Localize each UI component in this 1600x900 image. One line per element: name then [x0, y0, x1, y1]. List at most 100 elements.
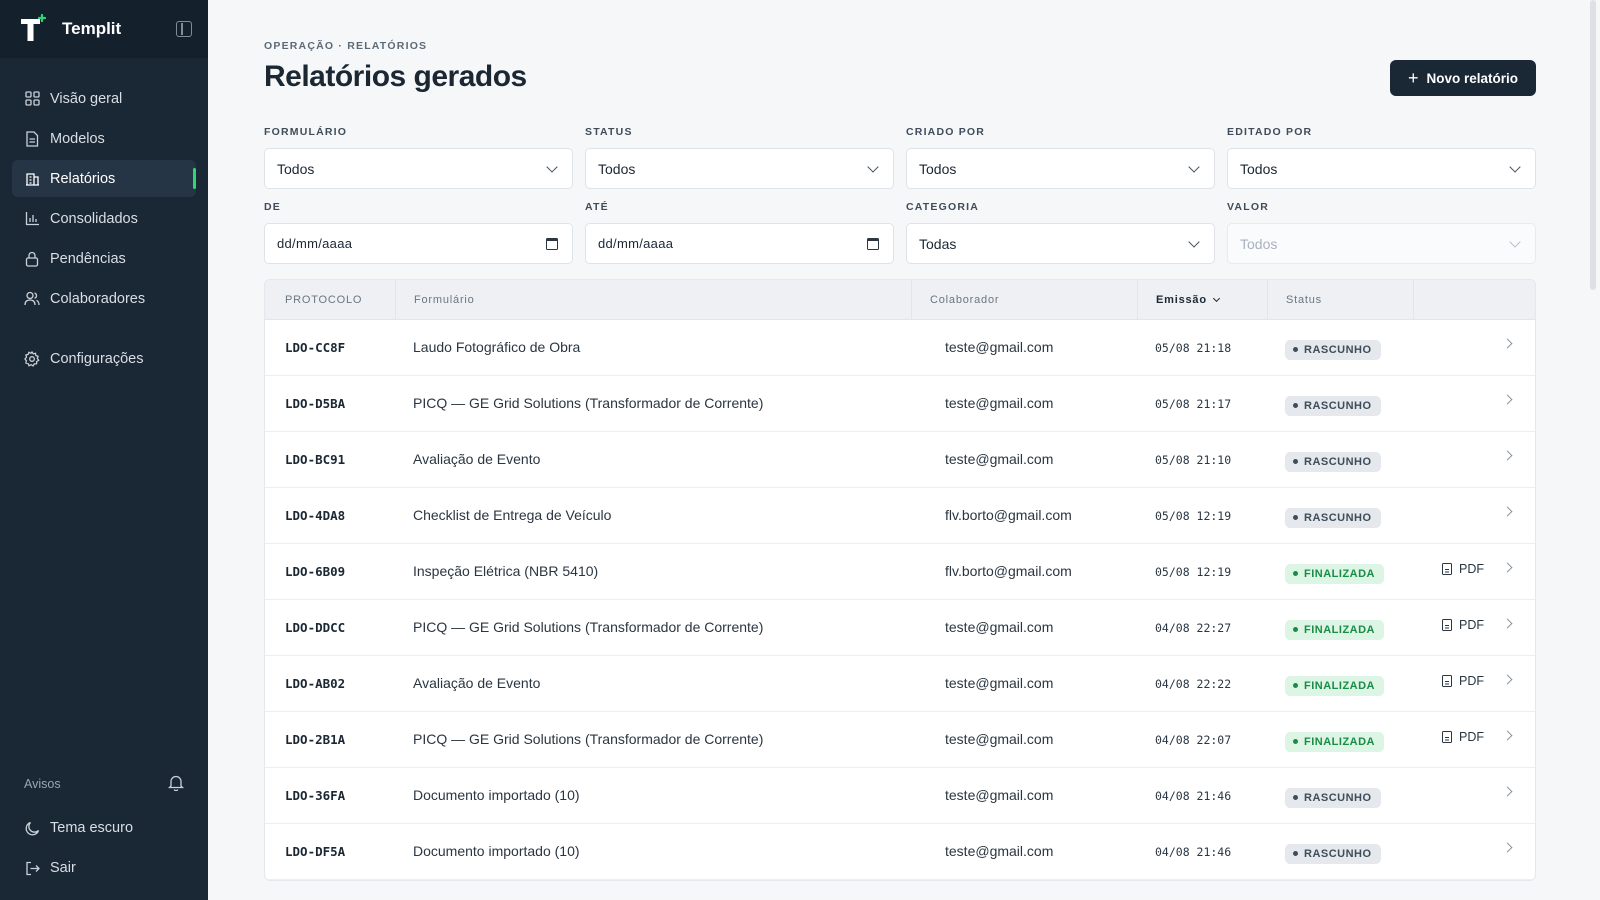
- chevron-right-icon[interactable]: [1502, 618, 1513, 629]
- pdf-download-link[interactable]: PDF: [1442, 674, 1484, 688]
- pdf-label: PDF: [1459, 617, 1484, 632]
- select-value: Todos: [1240, 235, 1278, 252]
- sidebar-item-pendencias[interactable]: Pendências: [12, 240, 196, 277]
- filter-categoria: CATEGORIA Todas: [906, 201, 1215, 264]
- column-header-actions: [1413, 280, 1535, 320]
- issued-cell: 05/08 12:19: [1155, 508, 1232, 523]
- sidebar-item-visao-geral[interactable]: Visão geral: [12, 80, 196, 117]
- date-to-input[interactable]: dd/mm/aaaa: [585, 223, 894, 264]
- sidebar-item-colaboradores[interactable]: Colaboradores: [12, 280, 196, 317]
- form-cell: PICQ — GE Grid Solutions (Transformador …: [413, 730, 764, 747]
- sidebar-item-label: Consolidados: [50, 210, 138, 227]
- table-row[interactable]: LDO-DDCC PICQ — GE Grid Solutions (Transf…: [265, 600, 1535, 656]
- filter-label: FORMULÁRIO: [264, 126, 348, 138]
- date-from-input[interactable]: dd/mm/aaaa: [264, 223, 573, 264]
- calendar-icon[interactable]: [867, 237, 879, 250]
- sidebar-item-relatorios[interactable]: Relatórios: [12, 160, 196, 197]
- table-row[interactable]: LDO-CC8F Laudo Fotográfico de Obra teste@g…: [265, 320, 1535, 376]
- sidebar-item-label: Pendências: [50, 250, 126, 267]
- table-row[interactable]: LDO-BC91 Avaliação de Evento teste@gmail.c…: [265, 432, 1535, 488]
- chevron-right-icon[interactable]: [1502, 506, 1513, 517]
- pdf-download-link[interactable]: PDF: [1442, 562, 1484, 576]
- status-badge: FINALIZADA: [1285, 675, 1384, 696]
- select-value: Todos: [598, 160, 636, 177]
- protocol-cell: LDO-4DA8: [285, 507, 346, 523]
- filter-de: DE dd/mm/aaaa: [264, 201, 573, 264]
- chevron-down-icon: [867, 160, 879, 173]
- file-icon: [1442, 618, 1452, 631]
- criado-por-select[interactable]: Todos: [906, 148, 1215, 189]
- pdf-download-link[interactable]: PDF: [1442, 730, 1484, 744]
- sidebar-item-label: Configurações: [50, 350, 144, 367]
- table-row[interactable]: LDO-6B09 Inspeção Elétrica (NBR 5410) flv.…: [265, 544, 1535, 600]
- issued-cell: 04/08 22:07: [1155, 732, 1232, 747]
- table-row[interactable]: LDO-4DA8 Checklist de Entrega de Veículo f…: [265, 488, 1535, 544]
- filter-status: STATUS Todos: [585, 126, 894, 189]
- avisos-label: Avisos: [24, 777, 61, 791]
- status-badge: RASCUNHO: [1285, 507, 1381, 528]
- protocol-cell: LDO-D5BA: [285, 395, 346, 411]
- form-cell: Inspeção Elétrica (NBR 5410): [413, 562, 599, 579]
- page-title: Relatórios gerados: [264, 60, 527, 93]
- editado-por-select[interactable]: Todos: [1227, 148, 1536, 189]
- logout-button[interactable]: Sair: [0, 848, 208, 888]
- table-row[interactable]: LDO-36FA Documento importado (10) teste@gm…: [265, 768, 1535, 824]
- building-icon: [24, 171, 40, 187]
- protocol-cell: LDO-2B1A: [285, 731, 346, 747]
- column-header-label: Emissão: [1156, 293, 1207, 306]
- select-value: Todos: [1240, 160, 1278, 177]
- date-from-value: dd/mm/aaaa: [277, 236, 353, 251]
- status-badge: RASCUNHO: [1285, 787, 1381, 808]
- issued-cell: 05/08 12:19: [1155, 564, 1232, 579]
- filter-formulario: FORMULÁRIO Todos: [264, 126, 573, 189]
- table-row[interactable]: LDO-2B1A PICQ — GE Grid Solutions (Transf…: [265, 712, 1535, 768]
- issued-cell: 05/08 21:18: [1155, 340, 1232, 355]
- sidebar-item-modelos[interactable]: Modelos: [12, 120, 196, 157]
- pdf-download-link[interactable]: PDF: [1442, 618, 1484, 632]
- collapse-sidebar-icon[interactable]: [176, 21, 192, 37]
- chevron-right-icon[interactable]: [1502, 842, 1513, 853]
- filter-label: VALOR: [1227, 201, 1269, 213]
- form-cell: PICQ — GE Grid Solutions (Transformador …: [413, 618, 764, 635]
- table-row[interactable]: LDO-D5BA PICQ — GE Grid Solutions (Transf…: [265, 376, 1535, 432]
- filter-label: EDITADO POR: [1227, 126, 1313, 138]
- sidebar-nav: Visão geral Modelos Relatórios Consolida…: [0, 58, 208, 377]
- document-icon: [24, 130, 40, 147]
- chevron-right-icon[interactable]: [1502, 786, 1513, 797]
- brand-header: Templit: [0, 0, 208, 58]
- table-row[interactable]: LDO-DF5A Documento importado (10) teste@gm…: [265, 824, 1535, 880]
- chevron-right-icon[interactable]: [1502, 450, 1513, 461]
- bell-icon[interactable]: [167, 774, 185, 794]
- chevron-right-icon[interactable]: [1502, 394, 1513, 405]
- chevron-down-icon: [1188, 160, 1200, 173]
- sidebar: Templit Visão geral Modelos Relatórios C…: [0, 0, 208, 900]
- filter-editado-por: EDITADO POR Todos: [1227, 126, 1536, 189]
- chevron-right-icon[interactable]: [1502, 338, 1513, 349]
- avisos-section[interactable]: Avisos: [0, 766, 208, 802]
- column-header-emissao[interactable]: Emissão: [1137, 280, 1267, 320]
- column-header-colaborador[interactable]: Colaborador: [911, 280, 1137, 320]
- protocol-cell: LDO-6B09: [285, 563, 346, 579]
- chevron-right-icon[interactable]: [1502, 730, 1513, 741]
- issued-cell: 05/08 21:10: [1155, 452, 1232, 467]
- sidebar-item-configuracoes[interactable]: Configurações: [12, 340, 196, 377]
- filter-label: DE: [264, 201, 281, 213]
- page-scrollbar[interactable]: [1590, 0, 1596, 290]
- column-header-status[interactable]: Status: [1267, 280, 1413, 320]
- logout-label: Sair: [50, 860, 76, 876]
- dark-theme-toggle[interactable]: Tema escuro: [0, 808, 208, 848]
- chevron-right-icon[interactable]: [1502, 562, 1513, 573]
- new-report-button[interactable]: + Novo relatório: [1390, 60, 1536, 96]
- column-header-formulario[interactable]: Formulário: [395, 280, 911, 320]
- calendar-icon[interactable]: [546, 237, 558, 250]
- chevron-right-icon[interactable]: [1502, 674, 1513, 685]
- grid-icon: [24, 91, 40, 107]
- column-header-protocolo[interactable]: PROTOCOLO: [265, 280, 395, 320]
- sidebar-item-consolidados[interactable]: Consolidados: [12, 200, 196, 237]
- categoria-select[interactable]: Todas: [906, 223, 1215, 264]
- filter-ate: ATÉ dd/mm/aaaa: [585, 201, 894, 264]
- status-select[interactable]: Todos: [585, 148, 894, 189]
- table-row[interactable]: LDO-AB02 Avaliação de Evento teste@gmail.c…: [265, 656, 1535, 712]
- protocol-cell: LDO-AB02: [285, 675, 346, 691]
- formulario-select[interactable]: Todos: [264, 148, 573, 189]
